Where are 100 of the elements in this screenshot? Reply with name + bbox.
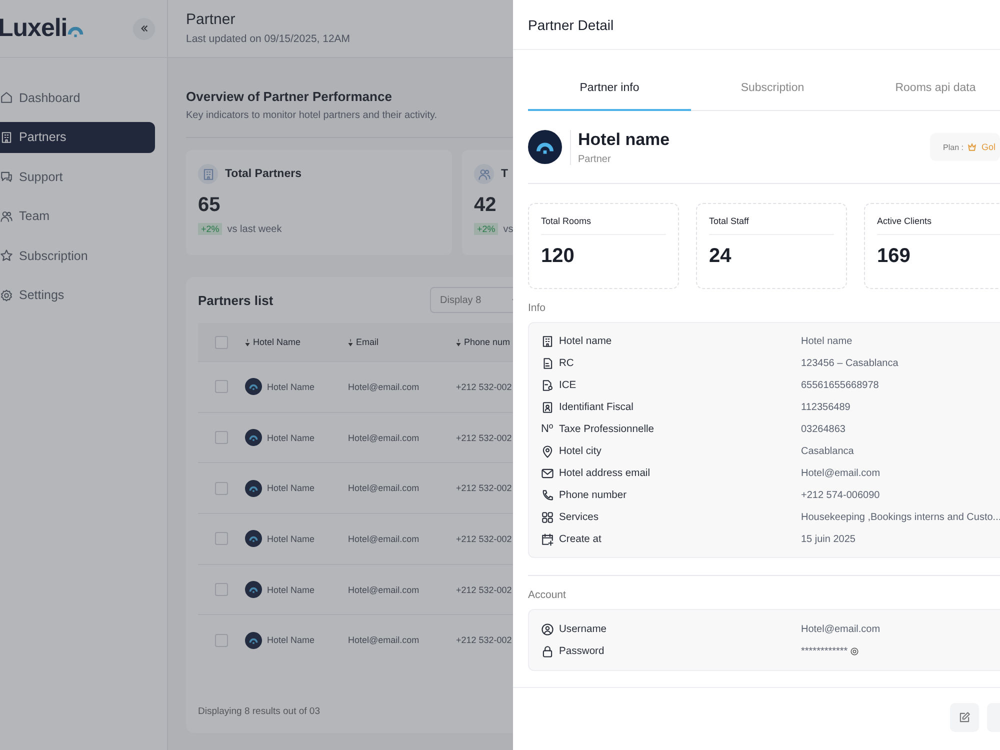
checkbox[interactable] bbox=[215, 380, 228, 394]
comparison-text: vs last week bbox=[227, 224, 282, 234]
mail-icon bbox=[541, 466, 554, 480]
stat-title: T bbox=[501, 168, 508, 180]
field-value: 112356489 bbox=[801, 402, 850, 412]
field-value: Housekeeping ,Bookings interns and Custo... bbox=[801, 512, 1000, 522]
sidebar-item[interactable]: Dashboard bbox=[0, 82, 155, 114]
stat-value: 65 bbox=[198, 194, 222, 217]
double-chevron-icon bbox=[140, 24, 148, 33]
tab[interactable]: Subscription bbox=[691, 66, 854, 111]
building-icon bbox=[541, 334, 554, 348]
plan-label: Plan : bbox=[943, 142, 964, 152]
field-label: Services bbox=[559, 512, 598, 522]
table-cell-text: +212 532-002 bbox=[456, 635, 513, 646]
sidebar-item[interactable]: Team bbox=[0, 200, 155, 232]
checkbox[interactable] bbox=[215, 532, 228, 546]
field-label: Hotel city bbox=[559, 446, 602, 456]
list-title: Partners list bbox=[198, 292, 274, 308]
settings-icon bbox=[0, 288, 13, 302]
checkbox[interactable] bbox=[215, 431, 228, 444]
checkbox[interactable] bbox=[215, 583, 228, 596]
document-icon bbox=[541, 356, 554, 370]
eye-icon[interactable] bbox=[850, 646, 859, 656]
table-cell-text: Hotel@email.com bbox=[348, 635, 420, 646]
sidebar-item[interactable]: Settings bbox=[0, 280, 155, 311]
page-title: Partner bbox=[186, 11, 236, 28]
star-icon bbox=[0, 249, 13, 262]
hotel-logo-icon bbox=[245, 632, 262, 649]
tab[interactable]: Partner info bbox=[528, 66, 691, 111]
table-cell-text: +212 532-002 bbox=[456, 584, 513, 595]
sort-icon bbox=[245, 338, 250, 346]
home-icon bbox=[0, 91, 13, 104]
change-badge: +2% bbox=[198, 223, 222, 235]
table-cell-text: +212 532-002 bbox=[456, 382, 513, 392]
tab[interactable]: Rooms api data bbox=[854, 66, 1000, 111]
field-value: Hotel@email.com bbox=[801, 624, 880, 634]
field-value: ************ bbox=[801, 646, 848, 656]
plan-name: Gol bbox=[981, 142, 996, 152]
table-cell: Hotel Name bbox=[267, 534, 315, 544]
crown-icon bbox=[967, 142, 978, 152]
field-label: Username bbox=[559, 624, 606, 634]
sidebar-item[interactable]: Subscription bbox=[0, 240, 155, 272]
sort-icon bbox=[456, 338, 461, 346]
field-label: Phone number bbox=[559, 490, 627, 500]
field-value: Hotel@email.com bbox=[801, 468, 880, 478]
grid-icon bbox=[541, 510, 554, 524]
field-value: Hotel name bbox=[801, 336, 852, 346]
numero-sign: Nº bbox=[541, 423, 554, 435]
stat-title: Total Rooms bbox=[541, 216, 666, 235]
hotel-logo-icon bbox=[245, 581, 262, 598]
hotel-logo-icon bbox=[245, 429, 262, 446]
phone-icon bbox=[541, 488, 554, 502]
table-cell-text: +212 532-002 bbox=[456, 534, 513, 544]
building-icon bbox=[202, 168, 214, 180]
table-cell: Hotel Name bbox=[267, 584, 315, 595]
field-label: Hotel address email bbox=[559, 468, 650, 478]
checkbox[interactable] bbox=[215, 482, 228, 495]
location-pin-icon bbox=[541, 444, 554, 458]
edit-icon bbox=[958, 710, 971, 724]
team-icon bbox=[0, 210, 13, 223]
checkbox[interactable] bbox=[215, 634, 228, 647]
section-title: Account bbox=[528, 589, 567, 601]
table-cell: Hotel Name bbox=[267, 382, 315, 392]
edit-button[interactable] bbox=[950, 702, 979, 732]
last-updated-text: Last updated on 09/15/2025, 12AM bbox=[186, 33, 350, 45]
table-cell: Hotel Name bbox=[267, 483, 315, 494]
stat-value: 42 bbox=[474, 194, 498, 217]
comparison-text: vs bbox=[503, 224, 514, 234]
table-cell-text: +212 532-002 bbox=[456, 432, 513, 443]
table-cell-text: Hotel@email.com bbox=[348, 584, 420, 595]
hotel-logo-icon bbox=[245, 378, 262, 396]
column-header[interactable]: Email bbox=[348, 337, 456, 347]
table-cell-text: Hotel@email.com bbox=[348, 382, 420, 392]
sidebar-item[interactable]: Partners bbox=[0, 122, 155, 153]
sidebar-item[interactable]: Support bbox=[0, 161, 155, 192]
section-description: Key indicators to monitor hotel partners and their activity. bbox=[186, 110, 438, 121]
stat-title: Total Staff bbox=[709, 216, 834, 235]
stat-value: 169 bbox=[877, 245, 912, 268]
table-cell-text: Hotel@email.com bbox=[348, 483, 420, 494]
stat-title: Active Clients bbox=[877, 216, 1000, 235]
change-badge: +2% bbox=[474, 223, 498, 235]
field-label: Create at bbox=[559, 534, 602, 544]
section-title: Info bbox=[528, 302, 547, 314]
id-card-icon bbox=[541, 400, 554, 414]
checkbox[interactable] bbox=[215, 336, 228, 348]
table-cell: Hotel Name bbox=[267, 635, 315, 646]
field-value: +212 574-006090 bbox=[801, 490, 880, 500]
hotel-logo-icon bbox=[245, 530, 262, 548]
field-label: ICE bbox=[559, 380, 576, 390]
results-count: Displaying 8 results out of 03 bbox=[198, 706, 320, 717]
column-header[interactable]: Hotel Name bbox=[245, 337, 348, 347]
hotel-role: Partner bbox=[578, 154, 612, 164]
document-icon bbox=[541, 378, 554, 392]
collapse-button[interactable] bbox=[133, 18, 155, 40]
stat-value: 24 bbox=[709, 245, 732, 268]
table-cell-text: +212 532-002 bbox=[456, 483, 513, 494]
chat-icon bbox=[0, 170, 13, 184]
calendar-plus-icon bbox=[541, 532, 554, 546]
field-value: 123456 – Casablanca bbox=[801, 358, 898, 368]
logo: Luxeli bbox=[0, 14, 84, 43]
